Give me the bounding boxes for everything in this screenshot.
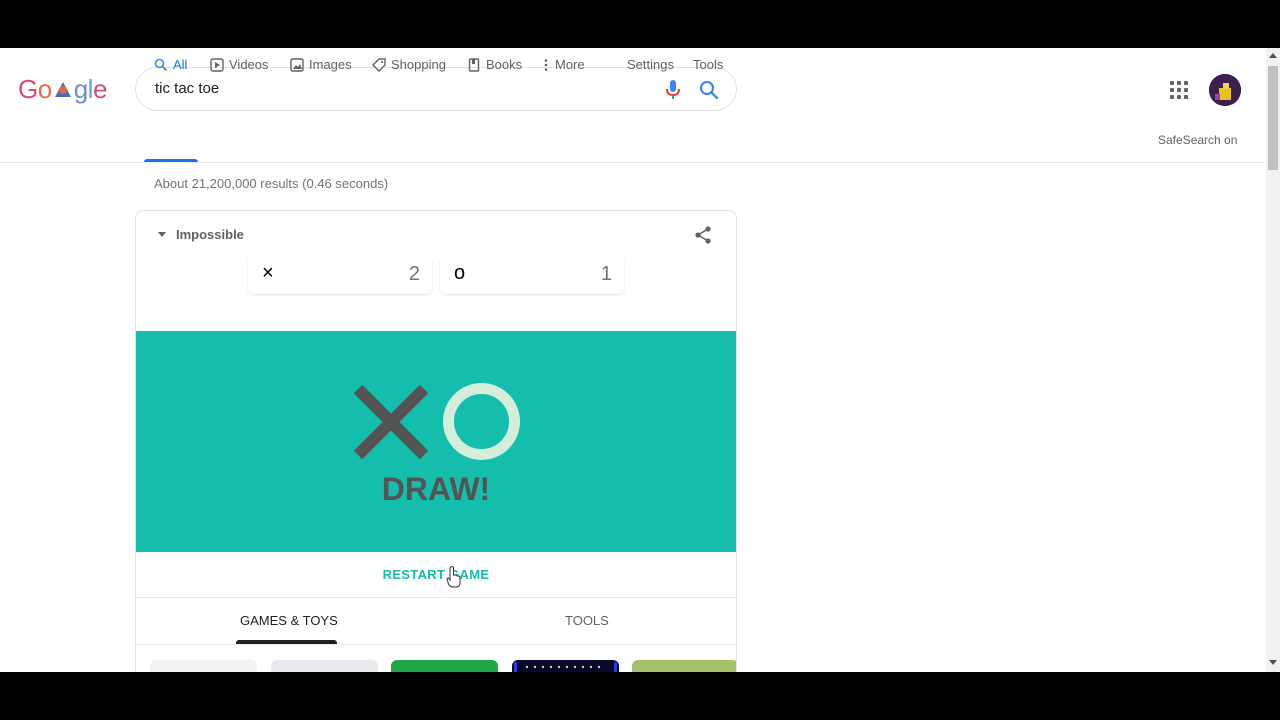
- score-o-panel: o 1: [440, 256, 624, 294]
- image-icon: [290, 58, 304, 72]
- tab-label: More: [555, 57, 585, 72]
- safesearch-status[interactable]: SafeSearch on: [1158, 133, 1237, 147]
- tab-images[interactable]: Images: [290, 48, 352, 86]
- header-divider: [0, 162, 1266, 163]
- category-divider: [136, 644, 736, 645]
- play-icon: [210, 58, 224, 72]
- book-icon: [468, 58, 480, 72]
- tab-label: Tools: [693, 57, 724, 72]
- score-o-value: 1: [600, 263, 612, 285]
- share-icon[interactable]: [693, 225, 713, 245]
- tag-icon: [372, 58, 386, 72]
- tab-more[interactable]: More: [543, 48, 585, 86]
- tab-tools-category[interactable]: TOOLS: [565, 613, 609, 628]
- game-board[interactable]: DRAW!: [136, 331, 736, 552]
- tab-label: Shopping: [391, 57, 446, 72]
- game-thumbnail[interactable]: [271, 660, 378, 672]
- tab-tools[interactable]: Tools: [693, 48, 723, 86]
- letterbox-bottom: [0, 672, 1280, 720]
- tab-videos[interactable]: Videos: [210, 48, 269, 86]
- game-thumbnail[interactable]: [512, 660, 619, 672]
- search-results-page: Go gle tic tac toe All Videos Images Sho…: [0, 48, 1280, 672]
- caret-down-icon: [158, 232, 166, 237]
- tab-games-and-toys[interactable]: GAMES & TOYS: [240, 613, 338, 628]
- hand-cursor-icon: [446, 566, 461, 588]
- game-thumbnail[interactable]: [150, 660, 257, 672]
- x-symbol: ×: [262, 262, 274, 284]
- difficulty-label: Impossible: [176, 227, 244, 242]
- scrollbar-thumb[interactable]: [1268, 66, 1278, 170]
- game-thumbnail[interactable]: [391, 660, 498, 672]
- score-x-value: 2: [408, 263, 420, 285]
- tab-label: Videos: [229, 57, 269, 72]
- google-doodle-logo[interactable]: Go gle: [18, 74, 107, 105]
- tab-label: All: [173, 57, 188, 72]
- tic-tac-toe-card: Impossible × 2 o 1 DRAW! RESTART GAME GA…: [135, 210, 737, 672]
- letterbox-top: [0, 0, 1280, 48]
- o-symbol: o: [454, 262, 466, 284]
- scroll-down-arrow-icon[interactable]: [1269, 660, 1277, 665]
- tab-label: Settings: [627, 57, 674, 72]
- apps-grid-icon[interactable]: [1170, 81, 1188, 99]
- tab-settings[interactable]: Settings: [627, 48, 674, 86]
- avatar[interactable]: [1209, 74, 1241, 106]
- restart-game-button[interactable]: RESTART GAME: [136, 552, 736, 598]
- game-thumbnail[interactable]: [632, 660, 736, 672]
- game-result-text: DRAW!: [381, 471, 491, 507]
- score-x-panel: × 2: [248, 256, 432, 294]
- tab-all[interactable]: All: [154, 48, 187, 86]
- tab-label: Books: [486, 57, 523, 72]
- x-mark-icon: [353, 384, 429, 460]
- difficulty-selector[interactable]: Impossible: [158, 227, 244, 242]
- o-mark-icon: [443, 383, 520, 460]
- tab-books[interactable]: Books: [467, 48, 522, 86]
- scroll-up-arrow-icon[interactable]: [1269, 53, 1277, 58]
- tab-label: Images: [309, 57, 352, 72]
- result-stats: About 21,200,000 results (0.46 seconds): [154, 176, 389, 191]
- more-vert-icon: [544, 59, 548, 71]
- search-icon: [154, 58, 168, 72]
- tab-shopping[interactable]: Shopping: [372, 48, 446, 86]
